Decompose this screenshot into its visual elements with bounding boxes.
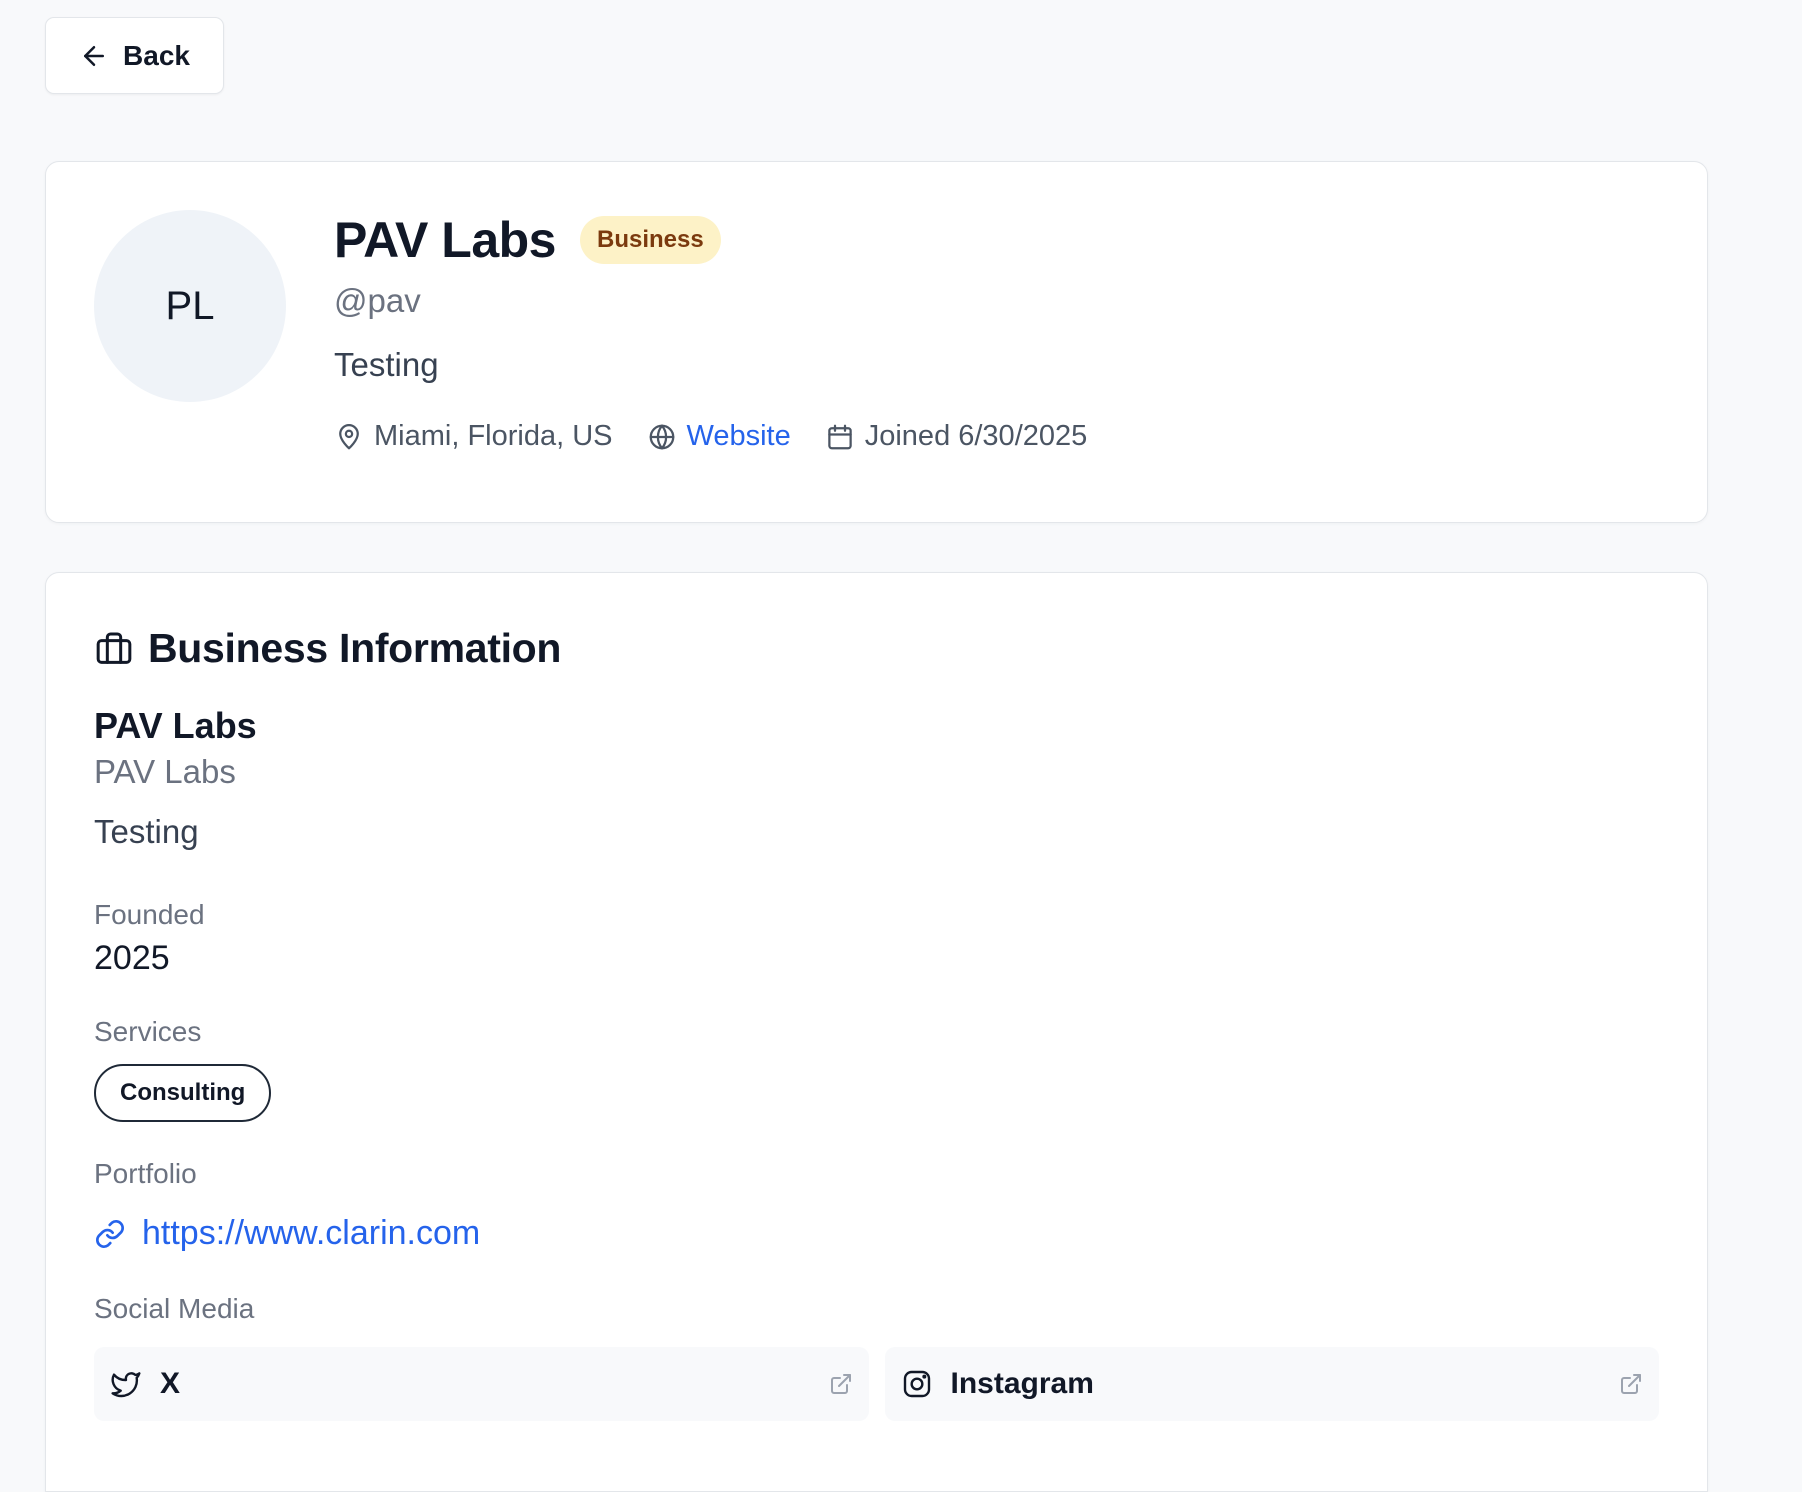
external-link-icon bbox=[830, 1374, 851, 1394]
location-text: Miami, Florida, US bbox=[374, 420, 613, 452]
account-type-badge: Business bbox=[579, 216, 721, 264]
location-item: Miami, Florida, US bbox=[334, 420, 613, 453]
services-label: Services bbox=[94, 1016, 202, 1047]
portfolio-row: https://www.clarin.com bbox=[94, 1214, 1659, 1253]
joined-item: Joined 6/30/2025 bbox=[825, 420, 1088, 453]
social-media-label: Social Media bbox=[94, 1293, 255, 1324]
profile-info: PAV Labs Business @pav Testing Miami, Fl… bbox=[334, 210, 1667, 453]
section-title: Business Information bbox=[148, 625, 562, 671]
profile-name: PAV Labs bbox=[334, 212, 556, 268]
joined-text: Joined 6/30/2025 bbox=[864, 420, 1088, 452]
website-item[interactable]: Website bbox=[647, 420, 791, 453]
social-item-x[interactable]: X bbox=[94, 1347, 869, 1421]
instagram-icon bbox=[903, 1370, 930, 1398]
profile-bio: Testing bbox=[334, 346, 439, 383]
calendar-icon bbox=[827, 424, 852, 449]
social-name-instagram: Instagram bbox=[950, 1367, 1094, 1400]
profile-name-row: PAV Labs Business bbox=[334, 210, 1667, 270]
back-button[interactable]: Back bbox=[45, 17, 224, 94]
portfolio-label: Portfolio bbox=[94, 1158, 197, 1189]
map-pin-icon bbox=[339, 423, 359, 449]
business-details: PAV Labs PAV Labs Testing Founded 2025 S… bbox=[94, 705, 1659, 1421]
arrow-left-icon bbox=[84, 45, 105, 66]
globe-icon bbox=[649, 424, 674, 449]
social-media-grid: X Instagram bbox=[94, 1347, 1659, 1421]
founded-value: 2025 bbox=[94, 939, 170, 977]
link-icon bbox=[96, 1219, 124, 1248]
avatar-initials: PL bbox=[165, 283, 215, 328]
website-link[interactable]: Website bbox=[687, 420, 791, 453]
founded-label: Founded bbox=[94, 899, 205, 930]
social-item-instagram[interactable]: Instagram bbox=[884, 1347, 1659, 1421]
avatar: PL bbox=[94, 210, 286, 402]
profile-handle: @pav bbox=[334, 282, 421, 319]
business-info-card: Business Information PAV Labs PAV Labs T… bbox=[45, 572, 1708, 1492]
back-button-label: Back bbox=[123, 39, 190, 71]
profile-meta: Miami, Florida, US Website Joined 6/30/2… bbox=[334, 420, 1667, 453]
external-link-icon bbox=[1621, 1374, 1641, 1394]
business-description: Testing bbox=[94, 813, 199, 850]
section-header: Business Information bbox=[94, 625, 561, 672]
business-legal-name: PAV Labs bbox=[94, 753, 236, 790]
twitter-icon bbox=[111, 1372, 141, 1398]
profile-card: PL PAV Labs Business @pav Testing Miami,… bbox=[45, 161, 1708, 523]
business-name: PAV Labs bbox=[94, 705, 257, 746]
social-name-x: X bbox=[160, 1367, 181, 1400]
service-chip: Consulting bbox=[94, 1064, 272, 1122]
portfolio-link[interactable]: https://www.clarin.com bbox=[142, 1214, 480, 1253]
briefcase-icon bbox=[96, 632, 132, 664]
